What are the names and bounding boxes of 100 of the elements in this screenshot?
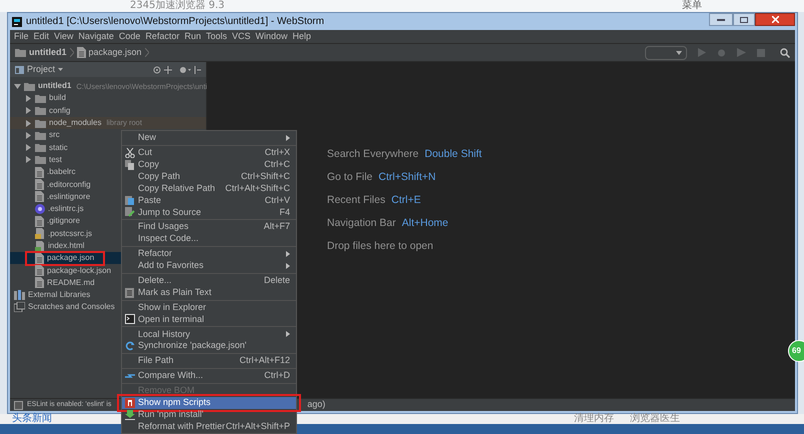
- menu-item[interactable]: Jump to Source F4: [122, 206, 296, 218]
- caret-down-icon[interactable]: [58, 68, 64, 71]
- menu-item[interactable]: Find Usages Alt+F7: [122, 221, 296, 234]
- hide-panel-icon[interactable]: [194, 66, 201, 74]
- file-icon: [35, 179, 44, 190]
- menu-item[interactable]: Refactor: [145, 30, 180, 44]
- tree-item[interactable]: build: [10, 92, 206, 105]
- npm-icon: [125, 398, 135, 408]
- circle-icon: [35, 204, 45, 214]
- gear-icon[interactable]: [179, 66, 191, 74]
- item-label: package-lock.json: [47, 264, 112, 277]
- item-label: test: [49, 154, 62, 166]
- menu-item[interactable]: Reformat with PrettierCtrl+Alt+Shift+P: [122, 420, 296, 432]
- menu-item[interactable]: Window: [256, 30, 288, 44]
- menu-item[interactable]: Show in Explorer: [122, 302, 296, 314]
- console-icon: [14, 302, 25, 312]
- menu-item[interactable]: VCS: [232, 30, 250, 44]
- tray-link[interactable]: 浏览器医生: [630, 414, 680, 424]
- menu-item[interactable]: Local History: [122, 328, 296, 340]
- menu-item[interactable]: Paste Ctrl+V: [122, 194, 296, 206]
- file-icon: [35, 240, 45, 252]
- install-icon: [125, 410, 135, 420]
- file-icon: [35, 228, 45, 240]
- caret-down-icon: [676, 50, 682, 54]
- hint-label: Recent Files: [327, 194, 386, 207]
- folder-icon: [35, 118, 46, 128]
- app-logo-icon: [12, 16, 22, 26]
- item-label: build: [49, 92, 66, 104]
- run-config-dropdown[interactable]: [645, 46, 687, 60]
- close-button[interactable]: [755, 13, 795, 26]
- item-label: .babelrc: [47, 166, 76, 178]
- breadcrumb[interactable]: untitled1: [15, 46, 74, 60]
- pencil-icon: [125, 207, 135, 218]
- menu-item[interactable]: Copy Relative Path Ctrl+Alt+Shift+C: [122, 182, 296, 194]
- menu-item[interactable]: Show npm Scripts: [122, 396, 296, 409]
- menu-item[interactable]: Edit: [34, 30, 50, 44]
- document-icon: [125, 288, 135, 298]
- menu-item[interactable]: Open in terminal: [122, 313, 296, 326]
- file-icon: [35, 265, 44, 276]
- chevron-right-icon: [70, 48, 74, 57]
- menu-item[interactable]: File Path Ctrl+Alt+F12: [122, 355, 296, 368]
- menu-item[interactable]: Code: [118, 30, 140, 44]
- item-label: package.json: [47, 252, 94, 264]
- item-label: README.md: [47, 276, 95, 289]
- menu-item[interactable]: Copy Ctrl+C: [122, 158, 296, 171]
- close-icon: [772, 16, 778, 23]
- browser-menu-link[interactable]: 菜单: [682, 1, 702, 11]
- shortcut-label: Alt+Home: [402, 217, 448, 230]
- shortcut-label: Ctrl+E: [391, 194, 421, 207]
- tray-link[interactable]: 清理内存: [574, 414, 614, 424]
- caret-down-icon[interactable]: [14, 82, 21, 90]
- target-icon[interactable]: [153, 66, 161, 74]
- browser-title: 2345加速浏览器 9.3: [130, 1, 225, 11]
- sync-icon: [125, 341, 135, 352]
- panel-title[interactable]: Project: [27, 62, 56, 76]
- item-label: untitled1: [38, 80, 72, 92]
- menu-item[interactable]: Inspect Code...: [122, 233, 296, 246]
- menu-item[interactable]: Compare With... Ctrl+D: [122, 370, 296, 382]
- news-link[interactable]: 头条新闻: [12, 414, 52, 424]
- books-icon: [14, 290, 25, 300]
- menu-item[interactable]: New: [122, 132, 296, 144]
- chevron-right-icon: [144, 48, 149, 57]
- window-title: untitled1 [C:\Users\lenovo\WebstormProjects\untitled1] - WebStorm: [26, 15, 324, 29]
- menu-item[interactable]: Delete... Delete: [122, 274, 296, 287]
- menu-item[interactable]: Synchronize 'package.json': [122, 340, 296, 352]
- file-icon: [35, 252, 44, 264]
- status-toggle-icon[interactable]: [14, 400, 23, 410]
- menu-item[interactable]: Run: [184, 30, 201, 44]
- copy-icon: [125, 160, 135, 170]
- shortcut-label: Ctrl+Shift+N: [378, 171, 436, 184]
- item-label: .eslintrc.js: [48, 203, 84, 216]
- folder-icon: [24, 82, 35, 91]
- item-label: index.html: [48, 240, 84, 252]
- menu-item[interactable]: File: [14, 30, 29, 44]
- menu-item[interactable]: View: [54, 30, 74, 44]
- menu-item[interactable]: Help: [292, 30, 312, 44]
- folder-icon: [35, 155, 46, 164]
- item-label: .gitignore: [47, 215, 80, 228]
- menu-item[interactable]: Copy Path Ctrl+Shift+C: [122, 170, 296, 183]
- item-label: .eslintignore: [47, 190, 90, 203]
- status-text: ago): [307, 398, 326, 412]
- breadcrumb[interactable]: package.json: [76, 46, 149, 60]
- item-label: .editorconfig: [47, 178, 91, 191]
- hint-label: Drop files here to open: [327, 240, 434, 253]
- item-label: src: [49, 129, 60, 142]
- search-icon[interactable]: [780, 48, 790, 58]
- tree-item[interactable]: config: [10, 104, 206, 117]
- shortcut-label: Double Shift: [424, 148, 482, 161]
- maximize-button[interactable]: [733, 13, 755, 26]
- scissors-icon: [125, 148, 135, 158]
- item-label: .postcssrc.js: [48, 228, 92, 240]
- file-icon: [35, 277, 44, 288]
- menu-item[interactable]: Refactor: [122, 248, 296, 260]
- menu-item[interactable]: Tools: [206, 30, 227, 44]
- collapse-icon[interactable]: [164, 66, 172, 74]
- minimize-button[interactable]: [709, 13, 733, 26]
- menu-item[interactable]: Navigate: [78, 30, 114, 44]
- menu-item[interactable]: Run 'npm install': [122, 408, 296, 421]
- menu-item[interactable]: Mark as Plain Text: [122, 286, 296, 299]
- menu-item[interactable]: Cut Ctrl+X: [122, 146, 296, 159]
